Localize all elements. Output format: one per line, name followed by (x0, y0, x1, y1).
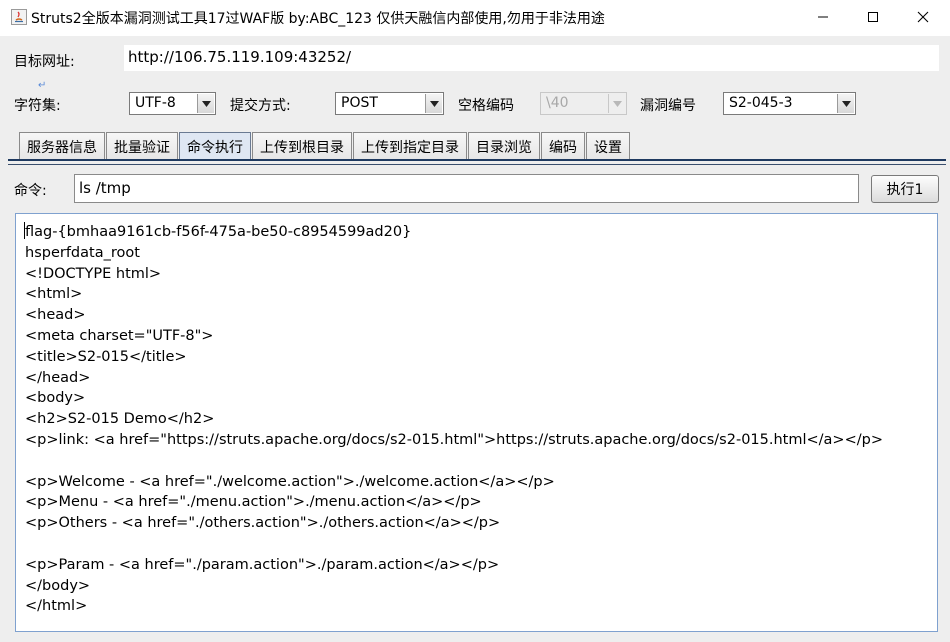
output-line: <h2>S2-015 Demo</h2> (25, 411, 215, 428)
output-line: <p>Others - <a href="./others.action">./… (25, 515, 501, 532)
output-line: <p>Menu - <a href="./menu.action">./menu… (25, 494, 482, 511)
app-window: Struts2全版本漏洞测试工具17过WAF版 by:ABC_123 仅供天融信… (0, 0, 950, 642)
tab-encode[interactable]: 编码 (541, 132, 585, 159)
output-line: <p>link: <a href="https://struts.apache.… (25, 431, 883, 448)
vuln-id-label: 漏洞编号 (640, 98, 696, 114)
charset-select[interactable]: UTF-8 (129, 92, 216, 115)
vuln-id-select[interactable]: S2-045-3 (723, 92, 856, 115)
output-line: </html> (25, 598, 88, 615)
output-line: hsperfdata_root (25, 244, 140, 261)
chevron-down-icon[interactable] (197, 94, 214, 113)
output-line: </head> (25, 369, 91, 386)
window-title: Struts2全版本漏洞测试工具17过WAF版 by:ABC_123 仅供天融信… (31, 11, 605, 27)
chevron-down-icon (608, 94, 625, 113)
tab-command-exec[interactable]: 命令执行 (179, 132, 251, 159)
output-line: <title>S2-015</title> (25, 348, 187, 365)
charset-label: 字符集: (14, 98, 61, 114)
method-label: 提交方式: (230, 98, 291, 114)
tab-settings[interactable]: 设置 (586, 132, 630, 159)
output-line: <meta charset="UTF-8"> (25, 327, 214, 344)
close-button[interactable] (900, 0, 946, 34)
tab-upload-root[interactable]: 上传到根目录 (252, 132, 352, 159)
output-line: <p>Welcome - <a href="./welcome.action">… (25, 473, 555, 490)
method-value: POST (341, 95, 378, 111)
tab-upload-dir[interactable]: 上传到指定目录 (353, 132, 467, 159)
maximize-button[interactable] (850, 0, 896, 34)
java-app-icon (11, 9, 27, 25)
output-line: flag-{bmhaa9161cb-f56f-475a-be50-c895459… (25, 224, 412, 240)
output-textarea[interactable]: flag-{bmhaa9161cb-f56f-475a-be50-c895459… (15, 213, 938, 632)
space-encoding-label: 空格编码 (458, 98, 514, 114)
chevron-down-icon[interactable] (837, 94, 854, 113)
tab-batch-verify[interactable]: 批量验证 (106, 132, 178, 159)
text-cursor (24, 222, 25, 239)
tab-dir-browse[interactable]: 目录浏览 (468, 132, 540, 159)
output-line: <!DOCTYPE html> (25, 265, 162, 282)
command-input[interactable]: ls /tmp (74, 174, 859, 203)
vuln-id-value: S2-045-3 (729, 95, 793, 111)
space-encoding-value: \40 (546, 95, 569, 111)
target-url-label: 目标网址: (14, 54, 75, 70)
return-arrow-icon: ↵ (38, 80, 47, 91)
space-encoding-select: \40 (540, 92, 627, 115)
output-line: </body> (25, 577, 91, 594)
output-line: <head> (25, 307, 86, 324)
title-bar: Struts2全版本漏洞测试工具17过WAF版 by:ABC_123 仅供天融信… (0, 0, 950, 36)
output-line: <p>Param - <a href="./param.action">./pa… (25, 556, 500, 573)
tab-server-info[interactable]: 服务器信息 (19, 132, 105, 159)
output-line: <body> (25, 390, 86, 407)
method-select[interactable]: POST (335, 92, 444, 115)
tab-divider (8, 164, 946, 165)
minimize-button[interactable] (800, 0, 846, 34)
execute-button[interactable]: 执行1 (871, 175, 939, 203)
output-line: <html> (25, 286, 83, 303)
command-label: 命令: (14, 183, 47, 199)
charset-value: UTF-8 (135, 95, 176, 111)
chevron-down-icon[interactable] (425, 94, 442, 113)
target-url-input[interactable]: http://106.75.119.109:43252/ (124, 45, 939, 71)
tab-divider (8, 159, 946, 161)
tab-bar: 服务器信息 批量验证 命令执行 上传到根目录 上传到指定目录 目录浏览 编码 设… (19, 132, 631, 159)
